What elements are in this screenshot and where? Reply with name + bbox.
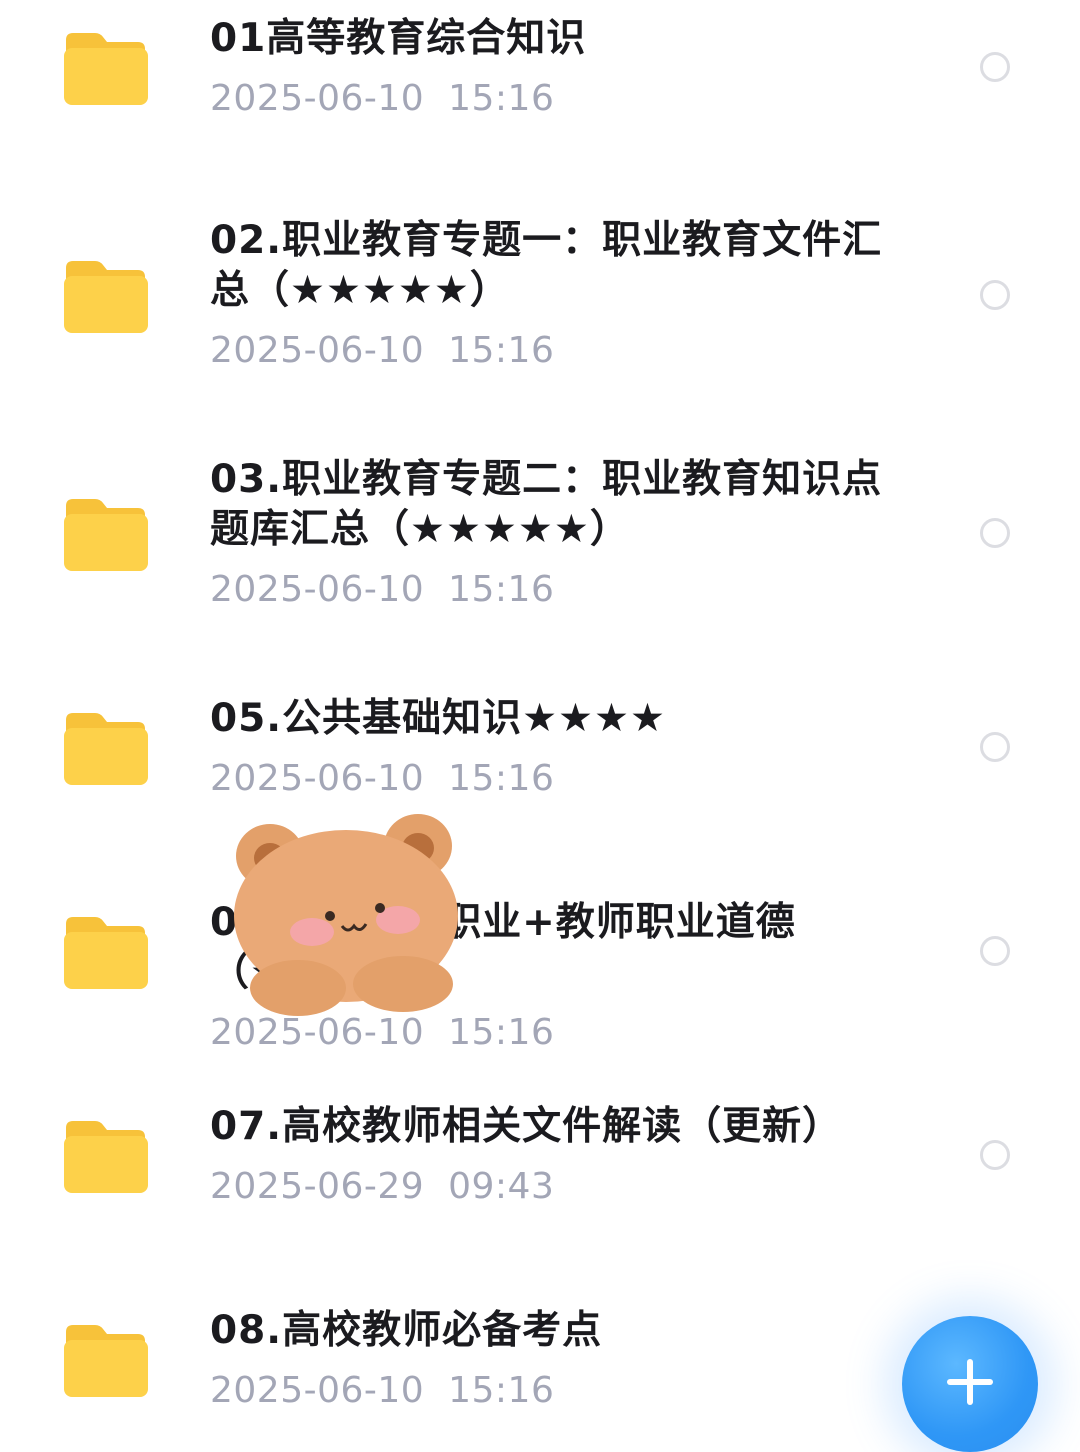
file-title: 01高等教育综合知识 [210,16,587,61]
file-title: 07.高校教师相关文件解读（更新） [210,1104,843,1149]
select-radio[interactable] [980,518,1010,548]
file-title: 05.公共基础知识★★★★ [210,696,666,741]
file-title: 03.职业教育专题二：职业教育知识点题库汇总（★★★★★） [210,457,883,552]
folder-icon [64,33,148,105]
folder-icon [64,261,148,333]
file-date: 2025-06-10 15:16 [210,758,555,799]
folder-icon [64,1121,148,1193]
folder-icon [64,917,148,989]
select-radio[interactable] [980,936,1010,966]
plus-icon [947,1359,993,1405]
file-title: 02.职业教育专题一：职业教育文件汇总（★★★★★） [210,218,883,313]
file-date: 2025-06-29 09:43 [210,1166,555,1207]
folder-icon [64,1325,148,1397]
folder-icon [64,713,148,785]
select-radio[interactable] [980,52,1010,82]
folder-icon [64,499,148,571]
select-radio[interactable] [980,280,1010,310]
file-title: 08.高校教师必备考点 [210,1308,603,1353]
file-date: 2025-06-10 15:16 [210,569,555,610]
select-radio[interactable] [980,732,1010,762]
file-date: 2025-06-10 15:16 [210,330,555,371]
teddy-bear-sticker [234,814,458,1016]
add-button[interactable] [902,1316,1038,1452]
file-list: 01高等教育综合知识 2025-06-10 15:16 02.职业教育专题一：职… [0,0,1080,1440]
file-date: 2025-06-10 15:16 [210,78,555,119]
file-date: 2025-06-10 15:16 [210,1370,555,1411]
select-radio[interactable] [980,1140,1010,1170]
